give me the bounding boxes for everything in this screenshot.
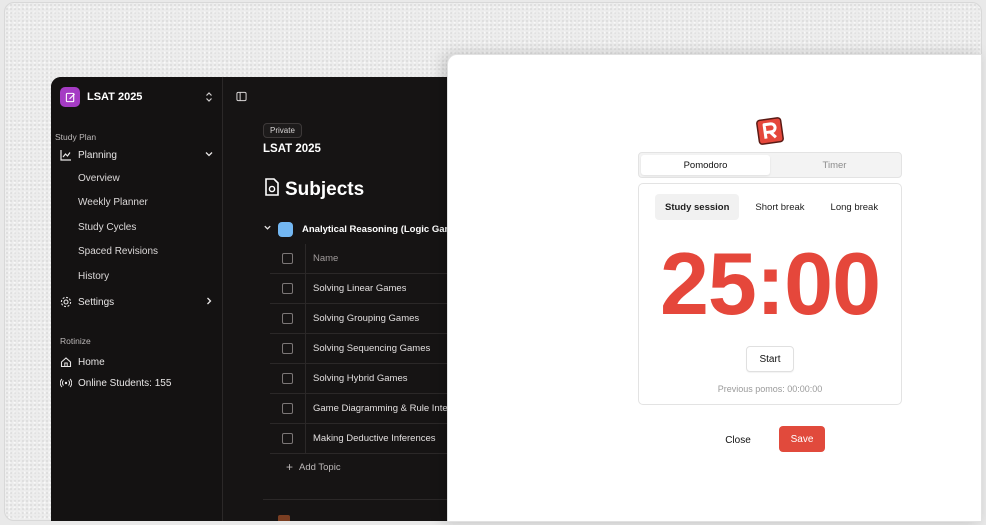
topic-name: Solving Sequencing Games [313,343,431,354]
topic-name: Game Diagramming & Rule Inte [313,403,448,414]
workspace-logo-icon [60,87,80,107]
plus-icon: + [286,460,294,474]
online-students: Online Students: 155 [60,374,214,392]
row-checkbox[interactable] [282,403,293,414]
sidebar-item-planning[interactable]: Planning [60,146,214,164]
online-students-label: Online Students: 155 [78,377,172,389]
topic-name: Solving Grouping Games [313,313,420,324]
previous-pomos: Previous pomos: 00:00:00 [717,384,823,394]
tab-study-session[interactable]: Study session [655,194,740,220]
topic-name: Making Deductive Inferences [313,433,436,444]
column-header-name: Name [313,253,339,264]
sidebar-toggle-icon[interactable] [236,89,247,107]
pomodoro-modal: Pomodoro Timer Study session Short break… [447,54,982,522]
next-subject-swatch [278,515,290,521]
sidebar-item-weekly-planner[interactable]: Weekly Planner [78,197,148,208]
select-all-checkbox[interactable] [282,253,293,264]
add-topic-label: Add Topic [299,461,341,473]
gear-icon [60,296,72,308]
tab-long-break[interactable]: Long break [821,194,889,220]
tab-short-break[interactable]: Short break [745,194,814,220]
rotinize-logo-icon [754,115,786,152]
sidebar-item-label: Settings [78,296,115,308]
project-title: LSAT 2025 [263,143,321,155]
topic-name: Solving Linear Games [313,283,407,294]
row-checkbox[interactable] [282,283,293,294]
chevron-up-down-icon[interactable] [204,90,214,108]
row-checkbox[interactable] [282,373,293,384]
sidebar-item-spaced-revisions[interactable]: Spaced Revisions [78,246,158,257]
add-topic-button[interactable]: + Add Topic [286,460,341,474]
start-button[interactable]: Start [746,346,794,372]
workspace-switcher[interactable]: LSAT 2025 [60,86,214,108]
sidebar-item-label: Home [78,356,105,368]
timer-card: Study session Short break Long break 25:… [638,183,902,405]
row-checkbox[interactable] [282,343,293,354]
private-badge: Private [263,123,302,138]
row-checkbox[interactable] [282,433,293,444]
timer-display: 25:00 [659,234,881,333]
chevron-down-icon [204,149,214,162]
document-gear-icon [263,177,281,203]
rotinize-label: Rotinize [60,336,91,346]
sidebar: LSAT 2025 Study Plan Planning Overview W… [51,77,223,521]
subject-name: Analytical Reasoning (Logic Gam [302,223,453,235]
chevron-right-icon [204,296,214,309]
sidebar-item-home[interactable]: Home [60,353,214,371]
sidebar-item-study-cycles[interactable]: Study Cycles [78,222,136,233]
study-plan-label: Study Plan [55,132,97,142]
page-title: Subjects [263,177,364,203]
sidebar-item-overview[interactable]: Overview [78,173,120,184]
sidebar-item-label: Planning [78,149,117,161]
chart-icon [60,149,72,161]
tab-timer[interactable]: Timer [770,155,899,175]
tab-pomodoro[interactable]: Pomodoro [641,155,770,175]
chevron-down-icon[interactable] [263,223,272,235]
subject-color-swatch [278,221,293,237]
session-tabs: Study session Short break Long break [655,194,888,220]
topic-name: Solving Hybrid Games [313,373,408,384]
home-icon [60,356,72,368]
close-button[interactable]: Close [716,428,760,452]
save-button[interactable]: Save [779,426,825,452]
sidebar-item-settings[interactable]: Settings [60,293,214,311]
app-window: LSAT 2025 Study Plan Planning Overview W… [51,77,491,521]
page-title-text: Subjects [285,179,365,200]
mode-tabs: Pomodoro Timer [638,152,902,178]
sidebar-item-history[interactable]: History [78,271,109,282]
broadcast-icon [60,377,72,389]
row-checkbox[interactable] [282,313,293,324]
workspace-name: LSAT 2025 [87,91,143,103]
